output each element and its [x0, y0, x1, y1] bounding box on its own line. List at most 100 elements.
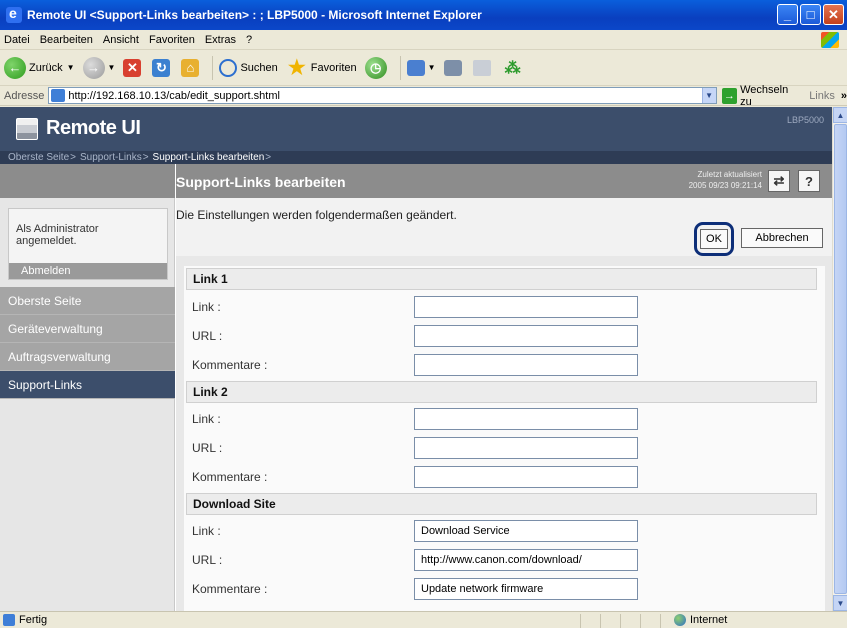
links-toolbar[interactable]: Links: [809, 90, 835, 102]
nav-item-home[interactable]: Oberste Seite: [0, 287, 175, 315]
back-label: Zurück: [29, 61, 63, 74]
stop-button[interactable]: ✕: [123, 58, 144, 77]
link1-url-input[interactable]: [414, 325, 638, 347]
rui-header: Remote UI LBP5000: [0, 107, 832, 151]
address-input[interactable]: http://192.168.10.13/cab/edit_support.sh…: [48, 87, 717, 104]
breadcrumb-home[interactable]: Oberste Seite: [8, 152, 69, 163]
message-area: Die Einstellungen werden folgendermaßen …: [176, 198, 832, 256]
print-button[interactable]: [443, 59, 465, 76]
rui-logo-text: Remote UI: [46, 117, 141, 139]
menu-favoriten[interactable]: Favoriten: [149, 34, 195, 46]
menu-bearbeiten[interactable]: Bearbeiten: [40, 34, 93, 46]
field-label: URL :: [192, 329, 223, 343]
browser-toolbar: ← Zurück ▼ → ▼ ✕ ↻ ⌂ Suchen ★ Favoriten …: [0, 50, 847, 86]
menu-ansicht[interactable]: Ansicht: [103, 34, 139, 46]
field-label: Link :: [192, 524, 221, 538]
mail-icon: [406, 59, 425, 76]
history-button[interactable]: ◷: [364, 56, 390, 79]
browser-window: Remote UI <Support-Links bearbeiten> : ;…: [0, 0, 847, 628]
sidebar: Als Administrator angemeldet. Abmelden O…: [0, 164, 175, 611]
section-download-site: Download Site: [186, 493, 817, 515]
nav-item-device-management[interactable]: Geräteverwaltung: [0, 315, 175, 343]
support-links-form: Link 1 Link : URL : Kommentare : Link 2 …: [184, 266, 825, 611]
sidebar-header: [0, 164, 175, 198]
status-text: Fertig: [19, 614, 48, 626]
help-button[interactable]: ?: [798, 170, 820, 192]
window-title: Remote UI <Support-Links bearbeiten> : ;…: [27, 8, 482, 22]
scroll-up-icon[interactable]: ▲: [833, 107, 847, 123]
home-button[interactable]: ⌂: [181, 58, 202, 77]
link2-url-input[interactable]: [414, 437, 638, 459]
download-link-input[interactable]: [414, 520, 638, 542]
admin-box: Als Administrator angemeldet. Abmelden: [8, 208, 168, 280]
field-label: URL :: [192, 553, 223, 567]
scroll-down-icon[interactable]: ▼: [833, 595, 847, 611]
search-icon: [219, 58, 238, 77]
go-button[interactable]: → Wechseln zu: [721, 83, 802, 108]
edit-icon: [472, 59, 491, 76]
address-dropdown-icon[interactable]: ▼: [701, 88, 716, 103]
link2-link-input[interactable]: [414, 408, 638, 430]
chevron-right-icon[interactable]: »: [841, 90, 847, 102]
security-zone: Internet: [674, 614, 727, 626]
rui-logo: Remote UI: [16, 117, 141, 140]
link1-link-input[interactable]: [414, 296, 638, 318]
link1-comment-input[interactable]: [414, 354, 638, 376]
page-status-icon: [3, 614, 15, 626]
search-label: Suchen: [240, 61, 278, 74]
nav-item-job-management[interactable]: Auftragsverwaltung: [0, 343, 175, 371]
page-header: Support-Links bearbeiten Zuletzt aktuali…: [176, 164, 832, 198]
ie-app-icon: [6, 5, 22, 23]
close-button[interactable]: ✕: [823, 4, 844, 25]
menu-datei[interactable]: Datei: [4, 34, 30, 46]
field-label: Link :: [192, 300, 221, 314]
refresh-button[interactable]: ↻: [152, 58, 173, 77]
favorites-label: Favoriten: [310, 61, 357, 74]
last-updated: Zuletzt aktualisiert 2005 09/23 09:21:14: [676, 169, 762, 191]
toolbar-separator: [212, 55, 214, 80]
go-arrow-icon: →: [721, 87, 738, 104]
link2-comment-input[interactable]: [414, 466, 638, 488]
section-link-1: Link 1: [186, 268, 817, 290]
refresh-icon[interactable]: ⇄: [768, 170, 790, 192]
page-title: Support-Links bearbeiten: [176, 174, 346, 190]
download-url-input[interactable]: [414, 549, 638, 571]
window-titlebar[interactable]: Remote UI <Support-Links bearbeiten> : ;…: [0, 0, 847, 30]
vertical-scrollbar[interactable]: ▲ ▼: [832, 107, 847, 611]
menu-extras[interactable]: Extras: [205, 34, 236, 46]
messenger-button[interactable]: ⁂: [502, 57, 527, 79]
toolbar-separator: [399, 55, 401, 80]
ok-button[interactable]: OK: [700, 229, 728, 249]
field-label: URL :: [192, 441, 223, 455]
address-label: Adresse: [4, 89, 45, 102]
address-bar: Adresse http://192.168.10.13/cab/edit_su…: [0, 83, 847, 108]
printer-logo-icon: [16, 117, 38, 140]
back-button[interactable]: ← Zurück ▼: [4, 56, 75, 79]
favorites-button[interactable]: ★ Favoriten: [286, 57, 357, 79]
forward-arrow-icon: →: [82, 56, 105, 79]
field-label: Kommentare :: [192, 470, 268, 484]
download-comment-input[interactable]: [414, 578, 638, 600]
zone-label: Internet: [690, 614, 728, 626]
breadcrumb-support-links[interactable]: Support-Links: [80, 152, 142, 163]
field-label: Kommentare :: [192, 582, 268, 596]
forward-button[interactable]: → ▼: [82, 56, 115, 79]
mail-button[interactable]: ▼: [406, 59, 436, 76]
device-model: LBP5000: [786, 115, 824, 125]
home-icon: ⌂: [181, 58, 200, 77]
star-icon: ★: [287, 57, 306, 79]
edit-button[interactable]: [472, 59, 494, 76]
nav-item-support-links[interactable]: Support-Links: [0, 371, 175, 399]
go-label: Wechseln zu: [740, 83, 789, 108]
menu-help[interactable]: ?: [246, 34, 252, 46]
search-button[interactable]: Suchen: [219, 58, 278, 77]
windows-logo-icon: [821, 32, 839, 48]
scrollbar-thumb[interactable]: [834, 124, 847, 594]
last-updated-value: 2005 09/23 09:21:14: [688, 181, 762, 190]
maximize-button[interactable]: □: [800, 4, 821, 25]
change-message: Die Einstellungen werden folgendermaßen …: [176, 208, 457, 222]
logout-button[interactable]: Abmelden: [9, 263, 167, 279]
back-arrow-icon: ←: [4, 56, 26, 79]
minimize-button[interactable]: _: [777, 4, 798, 25]
cancel-button[interactable]: Abbrechen: [741, 228, 823, 248]
